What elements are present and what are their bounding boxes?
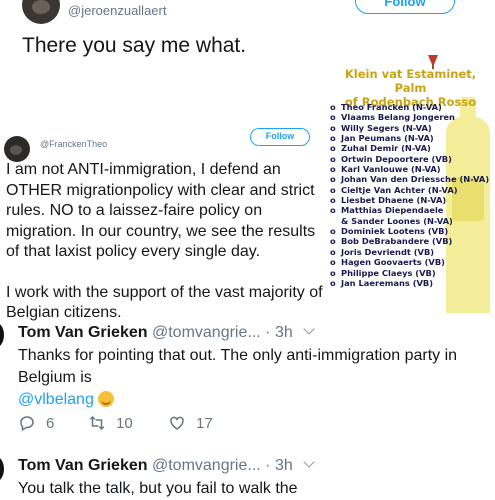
poster-list-item: o Cieltje Van Achter (N-VA) — [330, 184, 458, 195]
reply-time[interactable]: 3h — [275, 324, 293, 341]
poster-list-item-text: Hagen Goovaerts (VB) — [341, 257, 445, 268]
poster-list-item: o Karl Vanlouwe (N-VA) — [330, 164, 450, 174]
poster-list-item: o Bob DeBrabandere (VB) — [330, 236, 453, 247]
embedded-tweet-paragraph-2: I work with the support of the vast majo… — [6, 283, 323, 322]
like-action[interactable]: 17 — [168, 414, 213, 432]
reply-header-2: Tom Van Grieken @tomvangrie... · 3h — [18, 456, 315, 475]
poster-list-item: o Theo Francken (N-VA) — [330, 102, 450, 112]
poster-list-item: o Jan Laeremans (VB) — [330, 278, 450, 288]
bullet-icon: o — [330, 195, 336, 206]
smiling-emoji-icon — [97, 391, 114, 407]
retweet-icon — [89, 415, 105, 431]
bullet-icon: o — [330, 184, 336, 195]
poster-list-item: o Jan Peumans (N-VA) — [330, 133, 450, 143]
reply-text: Thanks for pointing that out. The only a… — [18, 345, 478, 411]
reply-header: Tom Van Grieken @tomvangrie... · 3h — [18, 323, 315, 342]
follow-button[interactable]: Follow — [355, 0, 455, 14]
reply-separator-2: · — [265, 457, 271, 474]
reply-avatar-2[interactable] — [0, 456, 4, 482]
bullet-icon: o — [330, 102, 336, 112]
poster-list-item-text: Willy Segers (N-VA) — [341, 122, 432, 133]
embedded-tweet-avatar — [4, 136, 30, 162]
chevron-down-icon-2[interactable] — [303, 456, 315, 468]
bullet-icon: o — [330, 257, 336, 268]
poster-list-item: o Dominiek Lootens (VB) — [330, 226, 450, 236]
bullet-icon: o — [330, 153, 336, 164]
top-tweet-avatar[interactable] — [22, 0, 60, 24]
bullet-icon: o — [330, 277, 336, 288]
bullet-icon: o — [330, 164, 336, 175]
poster-list-item: o Hagen Goovaerts (VB) — [330, 257, 450, 267]
bullet-icon: o — [330, 112, 336, 123]
embedded-follow-button: Follow — [250, 128, 310, 146]
poster-name-list: o Theo Francken (N-VA) o Vlaams Belang Jong… — [330, 102, 489, 288]
reply-author-name[interactable]: Tom Van Grieken — [18, 324, 148, 341]
reply-avatar[interactable] — [0, 322, 4, 348]
poster-list-item-text: Zuhal Demir (N-VA) — [341, 143, 431, 154]
poster-list-item: o Zuhal Demir (N-VA) — [330, 143, 450, 153]
bullet-icon: o — [330, 226, 336, 237]
reply-author-name-2[interactable]: Tom Van Grieken — [18, 457, 148, 474]
poster-list-item-text: Philippe Claeys (VB) — [341, 267, 436, 278]
like-count: 17 — [196, 414, 213, 432]
bullet-icon: o — [330, 133, 336, 144]
reply-author-handle-2[interactable]: @tomvangrie... — [152, 457, 261, 474]
poster-list-item-text: & Sander Loones (N-VA) — [341, 215, 453, 226]
poster-list-item: o Johan Van den Driessche (N-VA) — [330, 174, 489, 185]
poster-list-item: o Willy Segers (N-VA) — [330, 123, 450, 133]
poster-list-item: & Sander Loones (N-VA) — [330, 215, 453, 226]
reply-separator: · — [265, 324, 271, 341]
poster-list-item-text: Bob DeBrabandere (VB) — [341, 236, 453, 247]
embedded-tweet-paragraph-1: I am not ANTI-immigration, I defend an O… — [6, 161, 316, 260]
poster-list-item: o Joris Devriendt (VB) — [330, 247, 450, 257]
bullet-icon: o — [330, 236, 336, 247]
reply-icon — [20, 416, 34, 432]
reply-text-2: You talk the talk, but you fail to walk … — [18, 480, 298, 497]
poster-list-item-text: Jan Peumans (N-VA) — [341, 133, 434, 144]
bullet-icon: o — [330, 205, 336, 216]
heart-icon — [170, 416, 184, 430]
poster-list-item-text: Dominiek Lootens (VB) — [341, 226, 449, 237]
poster-list-item-text: Cieltje Van Achter (N-VA) — [341, 184, 458, 195]
bullet-icon: o — [330, 122, 336, 133]
top-tweet-handle[interactable]: @jeroenzuallaert — [68, 3, 166, 18]
retweet-action[interactable]: 10 — [88, 414, 133, 432]
bullet-icon: o — [330, 267, 336, 278]
embedded-tweet-text: I am not ANTI-immigration, I defend an O… — [6, 160, 326, 324]
bullet-icon: o — [330, 174, 336, 185]
retweet-count: 10 — [116, 414, 133, 432]
poster-list-item-text: Matthias Diependaele — [341, 205, 444, 216]
reply-count: 6 — [46, 414, 55, 432]
reply-text-body: Thanks for pointing that out. The only a… — [18, 347, 458, 386]
poster-list-item-text: Joris Devriendt (VB) — [341, 246, 435, 257]
poster-list-item: o Liesbet Dhaene (N-VA) — [330, 195, 450, 205]
poster-list-item: o Vlaams Belang Jongeren — [330, 112, 455, 123]
poster-list-item-text: Karl Vanlouwe (N-VA) — [341, 164, 441, 175]
mention-link[interactable]: @vlbelang — [18, 391, 94, 408]
bullet-icon: o — [330, 143, 336, 154]
poster-list-item-text: Ortwin Depoortere (VB) — [341, 153, 452, 164]
top-tweet-text: There you say me what. — [22, 34, 247, 57]
flag-icon — [428, 55, 438, 67]
poster-list-item: o Matthias Diependaele — [330, 205, 450, 215]
poster-list-item-text: Johan Van den Driessche (N-VA) — [341, 174, 490, 185]
poster-list-item-text: Jan Laeremans (VB) — [341, 277, 434, 288]
bullet-icon: o — [330, 246, 336, 257]
estaminet-poster-image: Klein vat Estaminet, Palm of Rodenbach R… — [328, 55, 493, 313]
poster-list-item-text: Vlaams Belang Jongeren — [341, 112, 455, 123]
reply-author-handle[interactable]: @tomvangrie... — [152, 324, 261, 341]
poster-list-item-text: Liesbet Dhaene (N-VA) — [341, 195, 447, 206]
reply-time-2[interactable]: 3h — [275, 457, 293, 474]
poster-list-item-text: Theo Francken (N-VA) — [341, 102, 442, 112]
poster-list-item: o Philippe Claeys (VB) — [330, 268, 450, 278]
poster-title-line-1: Klein vat Estaminet, Palm — [344, 67, 477, 95]
poster-list-item: o Ortwin Depoortere (VB) — [330, 153, 452, 164]
chevron-down-icon[interactable] — [303, 323, 315, 335]
reply-action[interactable]: 6 — [18, 414, 54, 432]
embedded-tweet-handle: @FranckenTheo — [40, 139, 108, 149]
